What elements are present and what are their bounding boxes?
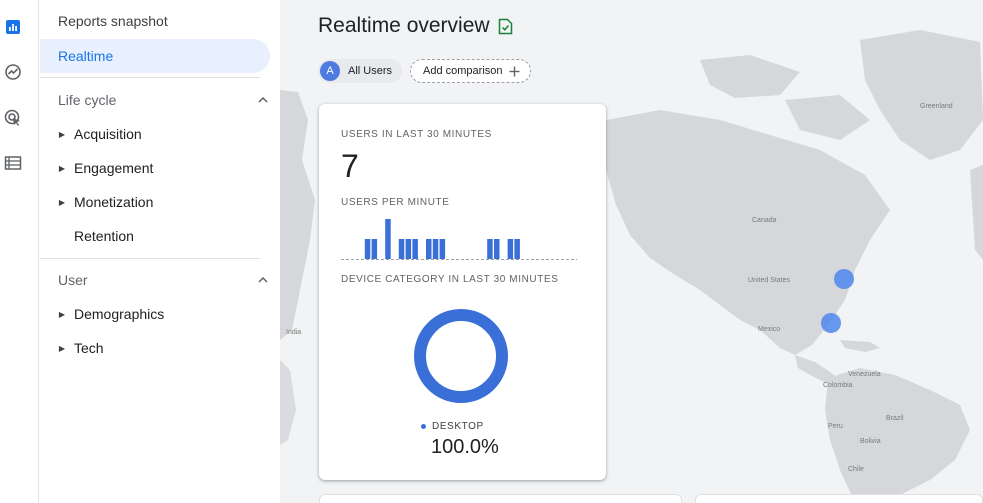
users-per-minute-bar[interactable] (405, 239, 412, 259)
page-title: Realtime overview (318, 14, 490, 37)
segment-chip-all-users[interactable]: A All Users (318, 59, 403, 83)
sidebar-divider (40, 258, 260, 259)
legend-dot (421, 424, 426, 429)
legend-label-desktop: DESKTOP (432, 421, 484, 432)
icon-rail (0, 0, 39, 503)
map-land-caribbean (840, 340, 880, 352)
configure-list-icon[interactable] (3, 153, 23, 173)
desktop-percentage: 100.0% (431, 436, 499, 458)
comparison-bar: A All Users Add comparison (318, 59, 531, 83)
sidebar-item-label: Tech (74, 340, 104, 356)
users-last-30-minutes-value: 7 (341, 148, 359, 184)
sidebar-section-user[interactable]: User (58, 268, 268, 292)
section-label: User (58, 272, 88, 288)
users-per-minute-bar[interactable] (487, 239, 493, 259)
map-land-eurasia (280, 90, 315, 340)
page-header: Realtime overview (318, 14, 513, 38)
users-per-minute-bar[interactable] (364, 239, 371, 259)
sidebar-item-label: Monetization (74, 194, 154, 210)
caret-right-icon: ▶ (58, 343, 66, 353)
map-label-india: India (286, 329, 301, 336)
sidebar-item-label: Acquisition (74, 126, 142, 142)
users-per-minute-bar[interactable] (507, 239, 514, 259)
sidebar-item-label: Retention (74, 228, 134, 244)
sidebar-item-realtime[interactable]: Realtime (40, 39, 270, 73)
sidebar-item-reports-snapshot[interactable]: Reports snapshot (40, 4, 270, 38)
device-category-label: DEVICE CATEGORY IN LAST 30 MINUTES (341, 274, 559, 285)
map-label-brazil: Brazil (886, 415, 904, 422)
users-per-minute-bar[interactable] (432, 239, 439, 259)
sidebar-item-acquisition[interactable]: ▶ Acquisition (50, 121, 142, 147)
users-per-minute-bar[interactable] (426, 239, 432, 259)
realtime-main: Greenland Canada United States Mexico Ve… (280, 0, 983, 503)
donut-slice-desktop[interactable] (414, 309, 508, 403)
realtime-users-card: USERS IN LAST 30 MINUTES 7 USERS PER MIN… (319, 104, 606, 480)
map-label-bolivia: Bolivia (860, 438, 881, 445)
users-per-minute-bar[interactable] (514, 239, 520, 259)
users-per-minute-bar[interactable] (494, 239, 500, 259)
lower-card (695, 494, 983, 503)
chevron-up-icon (258, 97, 268, 103)
device-category-donut-chart[interactable] (413, 308, 509, 404)
users-per-minute-bar[interactable] (398, 239, 405, 259)
map-label-united-states: United States (748, 277, 791, 284)
users-per-minute-bar[interactable] (371, 239, 378, 259)
lower-card (319, 494, 682, 503)
map-label-peru: Peru (828, 423, 843, 430)
map-label-mexico: Mexico (758, 326, 780, 333)
reports-sidebar: Reports snapshot Realtime Life cycle ▶ A… (40, 0, 280, 503)
sidebar-item-label: Realtime (58, 48, 114, 64)
map-land-north-america (606, 110, 890, 355)
explore-trend-icon[interactable] (3, 62, 23, 82)
sidebar-item-demographics[interactable]: ▶ Demographics (50, 301, 164, 327)
users-per-minute-bar[interactable] (439, 239, 446, 259)
sidebar-section-life-cycle[interactable]: Life cycle (58, 88, 268, 112)
caret-right-icon: ▶ (58, 163, 66, 173)
sidebar-item-engagement[interactable]: ▶ Engagement (50, 155, 153, 181)
sidebar-item-label: Reports snapshot (58, 13, 168, 29)
users-per-minute-bar[interactable] (385, 219, 391, 259)
users-per-minute-bar-chart[interactable] (341, 216, 577, 262)
caret-right-icon: ▶ (58, 309, 66, 319)
map-label-venezuela: Venezuela (848, 371, 881, 378)
map-user-bubble[interactable] (834, 269, 854, 289)
sidebar-item-label: Demographics (74, 306, 165, 322)
segment-label: All Users (348, 65, 393, 77)
sidebar-item-monetization[interactable]: ▶ Monetization (50, 189, 153, 215)
map-land-greenland (860, 30, 983, 160)
map-land-arctic-islands (700, 55, 800, 98)
map-label-colombia: Colombia (823, 382, 853, 389)
device-legend: DESKTOP (421, 421, 484, 432)
users-last-30-minutes-label: USERS IN LAST 30 MINUTES (341, 129, 492, 140)
sidebar-item-label: Engagement (74, 160, 154, 176)
sidebar-item-retention[interactable]: Retention (50, 223, 134, 249)
caret-right-icon: ▶ (58, 197, 66, 207)
saved-report-check-icon[interactable] (498, 18, 513, 35)
add-comparison-button[interactable]: Add comparison (410, 59, 531, 83)
map-label-chile: Chile (848, 466, 864, 473)
map-label-canada: Canada (752, 217, 777, 224)
segment-avatar: A (320, 61, 340, 81)
caret-right-icon: ▶ (58, 129, 66, 139)
plus-icon (509, 66, 520, 76)
sidebar-item-tech[interactable]: ▶ Tech (50, 335, 104, 361)
map-user-bubble[interactable] (821, 313, 841, 333)
add-comparison-label: Add comparison (423, 65, 503, 77)
chevron-up-icon (258, 277, 268, 283)
map-land-africa-edge (280, 360, 296, 445)
map-label-greenland: Greenland (920, 103, 953, 110)
map-land-arctic-islands (785, 95, 870, 140)
reports-bar-chart-icon[interactable] (3, 17, 23, 37)
map-land-europe-edge (970, 165, 983, 260)
users-per-minute-bar[interactable] (412, 239, 418, 259)
advertising-target-icon[interactable] (3, 108, 23, 128)
section-label: Life cycle (58, 92, 117, 108)
users-per-minute-label: USERS PER MINUTE (341, 197, 450, 208)
sidebar-divider (40, 77, 260, 78)
